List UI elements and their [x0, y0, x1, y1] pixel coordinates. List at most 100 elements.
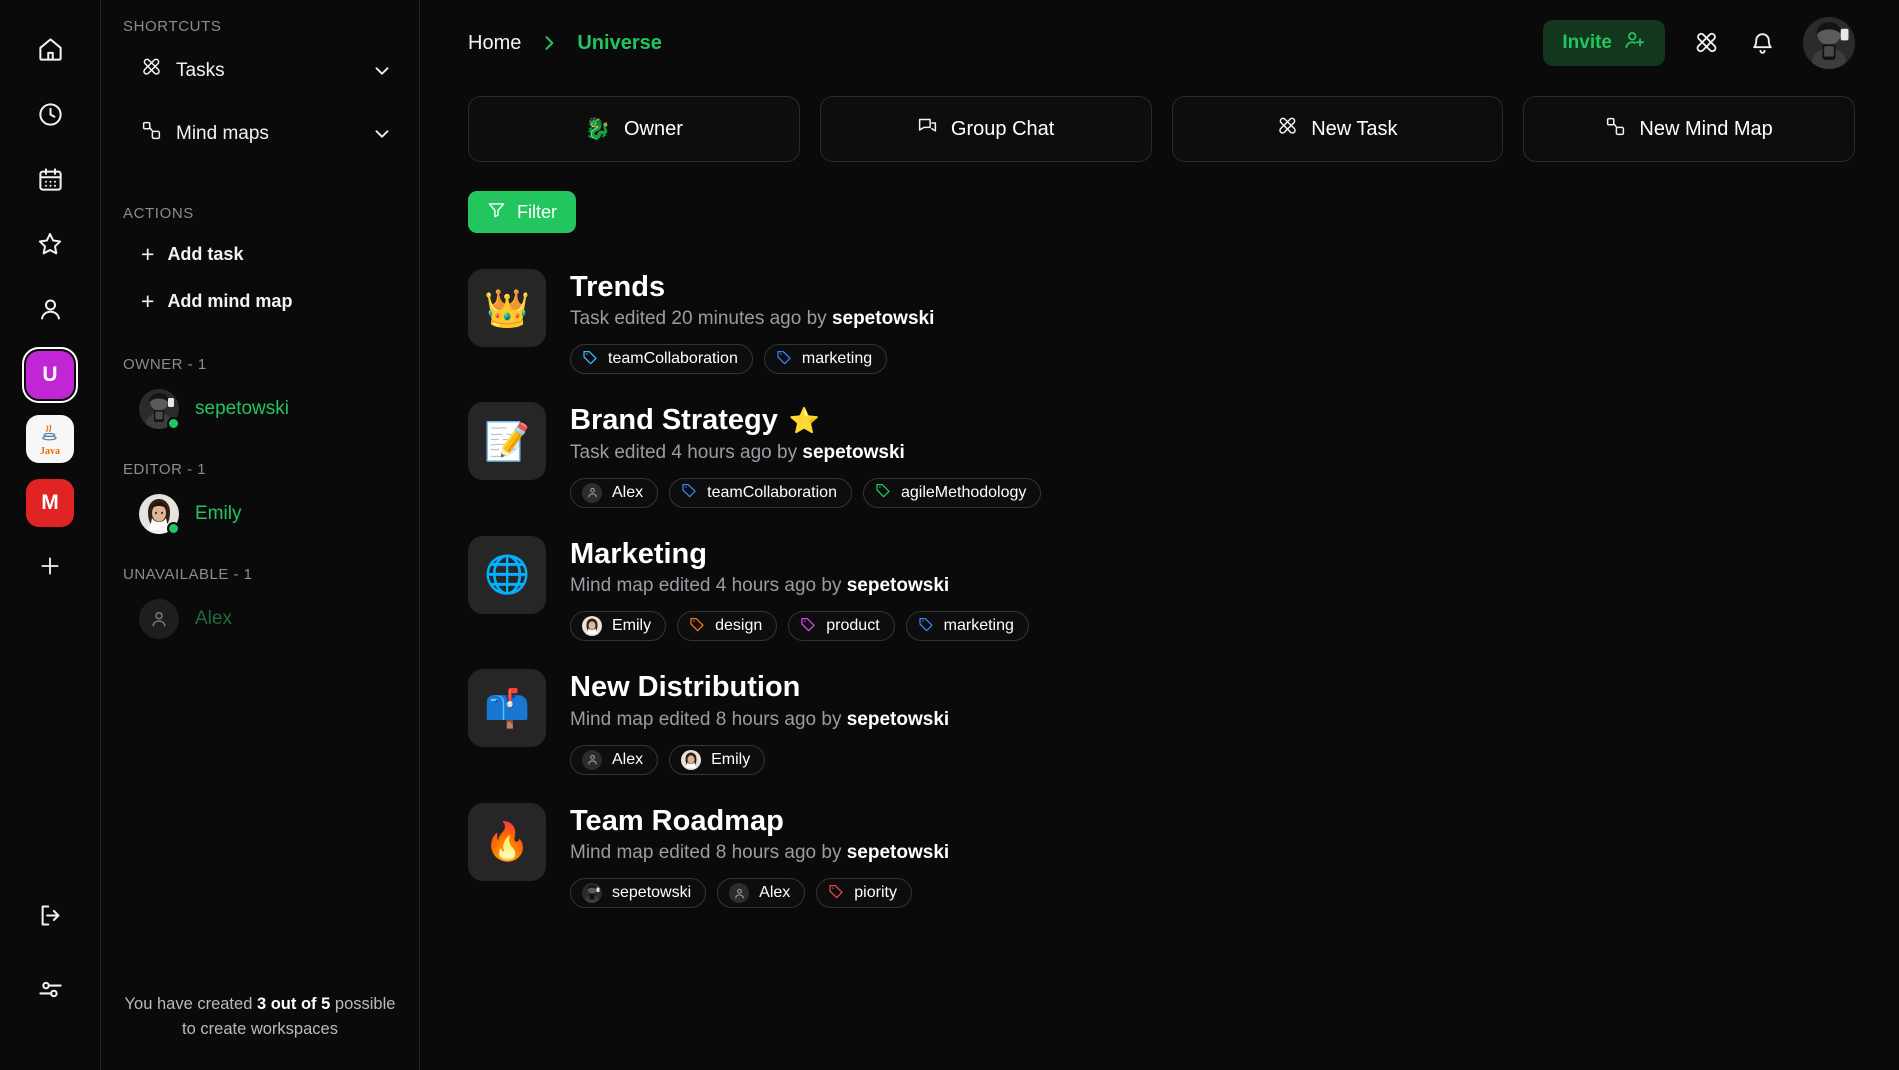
- item-subtitle: Mind map edited 8 hours ago by sepetowsk…: [570, 842, 1855, 864]
- tag-label: Alex: [612, 483, 644, 501]
- tag-chip[interactable]: teamCollaboration: [570, 344, 753, 375]
- quota-count: 3 out of 5: [256, 995, 331, 1013]
- new-task-button[interactable]: New Task: [1171, 96, 1504, 162]
- java-wordmark: Java: [40, 445, 60, 457]
- workspace-chip-u[interactable]: U: [22, 347, 78, 403]
- add-task-button[interactable]: + Add task: [123, 236, 397, 273]
- filter-button[interactable]: Filter: [468, 191, 576, 233]
- member-row-emily[interactable]: Emily: [123, 488, 397, 540]
- tag-icon: [918, 616, 934, 637]
- tag-label: product: [826, 617, 880, 635]
- mindmap-icon: [1605, 116, 1626, 143]
- list-item[interactable]: 📫 New Distribution Mind map edited 8 hou…: [468, 655, 1855, 788]
- tag-chip-user[interactable]: Emily: [669, 744, 766, 775]
- logout-icon[interactable]: [27, 892, 73, 938]
- new-mind-map-label: New Mind Map: [1639, 117, 1773, 140]
- tag-row: Alex teamCollaboration agileMethodology: [570, 477, 1855, 508]
- item-title-row: New Distribution: [570, 671, 1855, 703]
- online-indicator: [167, 522, 180, 535]
- member-group-heading-owner: OWNER - 1: [123, 356, 207, 373]
- owner-button[interactable]: 🐉 Owner: [468, 96, 800, 162]
- settings-sliders-icon[interactable]: [27, 966, 73, 1012]
- chevron-down-icon[interactable]: [371, 60, 393, 82]
- member-row-alex[interactable]: Alex: [123, 593, 397, 645]
- tag-chip[interactable]: agileMethodology: [862, 477, 1042, 508]
- tag-chip-user[interactable]: sepetowski: [570, 878, 707, 909]
- add-mind-map-button[interactable]: + Add mind map: [123, 283, 397, 320]
- add-task-label: Add task: [167, 244, 244, 264]
- tag-chip[interactable]: design: [677, 611, 778, 642]
- workspace-chip-m[interactable]: M: [26, 479, 74, 527]
- photo-sepetowski: [582, 883, 602, 904]
- tag-icon: [689, 616, 705, 637]
- tag-label: design: [715, 617, 763, 635]
- list-item[interactable]: 👑 Trends Task edited 20 minutes ago by s…: [468, 255, 1855, 388]
- tag-icon: [776, 349, 792, 370]
- member-row-sepetowski[interactable]: sepetowski: [123, 383, 397, 435]
- tag-label: marketing: [943, 617, 1014, 635]
- new-mind-map-button[interactable]: New Mind Map: [1523, 96, 1855, 162]
- item-title: Marketing: [570, 537, 707, 570]
- workspace-letter: U: [42, 363, 58, 386]
- chevron-right-icon: [539, 33, 559, 53]
- tag-label: agileMethodology: [900, 483, 1027, 501]
- tag-chip[interactable]: piority: [816, 878, 912, 909]
- tag-chip[interactable]: product: [788, 611, 895, 642]
- plus-icon: +: [141, 288, 155, 314]
- group-chat-button[interactable]: Group Chat: [819, 96, 1152, 162]
- tasks-icon: [1277, 116, 1298, 143]
- tag-chip-user[interactable]: Alex: [717, 878, 806, 909]
- tasks-icon: [141, 57, 162, 84]
- photo-sepetowski: [1803, 17, 1855, 69]
- tag-chip-user[interactable]: Alex: [570, 477, 659, 508]
- breadcrumb-home-link[interactable]: Home: [468, 32, 521, 55]
- tag-chip[interactable]: marketing: [905, 611, 1029, 642]
- item-subtitle: Task edited 20 minutes ago by sepetowski: [570, 308, 1855, 330]
- item-subtitle: Mind map edited 8 hours ago by sepetowsk…: [570, 709, 1855, 731]
- sidebar-item-mind-maps[interactable]: Mind maps: [123, 112, 397, 155]
- photo-emily: [681, 749, 702, 770]
- chevron-down-icon[interactable]: [371, 123, 393, 145]
- item-emoji-icon: 📝: [468, 402, 546, 481]
- star-icon[interactable]: [27, 221, 73, 267]
- add-workspace-button[interactable]: [27, 543, 73, 589]
- calendar-icon[interactable]: [27, 156, 73, 202]
- tag-icon: [828, 883, 844, 904]
- bell-icon[interactable]: [1747, 28, 1777, 58]
- invite-button[interactable]: Invite: [1543, 20, 1665, 66]
- tasks-icon[interactable]: [1691, 28, 1721, 58]
- user-avatar[interactable]: [1803, 17, 1855, 69]
- tag-chip-user[interactable]: Alex: [570, 744, 659, 775]
- funnel-icon: [487, 200, 506, 224]
- tag-chip[interactable]: teamCollaboration: [669, 477, 852, 508]
- star-favorite-icon[interactable]: ⭐: [789, 407, 820, 435]
- main-area: Home Universe Invite 🐉 Owner Group Chat …: [420, 0, 1899, 1070]
- tag-chip[interactable]: marketing: [763, 344, 888, 375]
- list-item[interactable]: 🌐 Marketing Mind map edited 4 hours ago …: [468, 522, 1855, 655]
- workspace-chip-java[interactable]: Java: [26, 415, 74, 463]
- clock-icon[interactable]: [27, 91, 73, 137]
- list-item[interactable]: 📝 Brand Strategy ⭐ Task edited 4 hours a…: [468, 388, 1855, 521]
- user-icon[interactable]: [27, 286, 73, 332]
- item-author: sepetowski: [846, 575, 950, 597]
- list-item[interactable]: 🔥 Team Roadmap Mind map edited 8 hours a…: [468, 789, 1855, 922]
- placeholder-user-icon: [729, 883, 750, 904]
- tag-chip-user[interactable]: Emily: [570, 611, 667, 642]
- workspace-letter: M: [41, 491, 59, 514]
- avatar: [139, 599, 179, 639]
- tag-label: sepetowski: [612, 884, 692, 902]
- actions-heading: ACTIONS: [123, 205, 194, 222]
- tag-icon: [582, 349, 598, 370]
- group-chat-label: Group Chat: [950, 117, 1055, 140]
- tag-label: teamCollaboration: [608, 350, 738, 368]
- tag-label: Alex: [759, 884, 791, 902]
- tag-row: Alex Emily: [570, 744, 1855, 775]
- item-author: sepetowski: [802, 441, 905, 463]
- invite-label: Invite: [1562, 32, 1612, 53]
- content-area: 🐉 Owner Group Chat New Task New Mind Map…: [420, 86, 1899, 1070]
- sidebar-item-tasks[interactable]: Tasks: [123, 49, 397, 92]
- workspace-quota-text: You have created 3 out of 5 possible to …: [123, 992, 397, 1070]
- item-author: sepetowski: [831, 308, 935, 330]
- home-icon[interactable]: [27, 26, 73, 72]
- quick-actions-row: 🐉 Owner Group Chat New Task New Mind Map: [468, 96, 1855, 162]
